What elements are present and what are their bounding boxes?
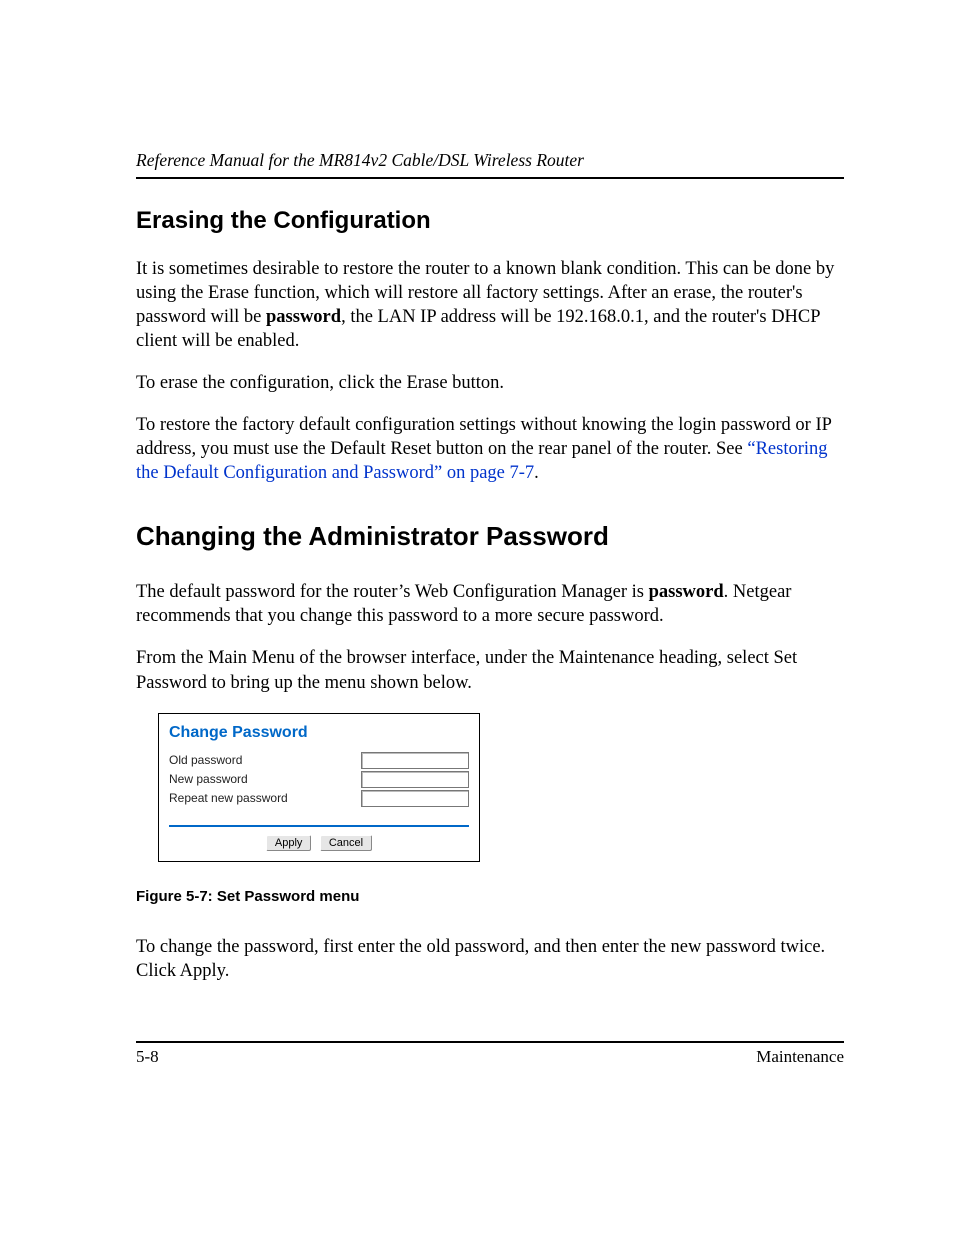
page-number: 5-8 [136,1047,159,1067]
new-password-input[interactable] [361,771,469,788]
body-paragraph: To change the password, first enter the … [136,935,844,983]
text: To restore the factory default configura… [136,415,831,459]
change-password-panel: Change Password Old password New passwor… [158,713,480,862]
cancel-button[interactable]: Cancel [320,835,372,851]
panel-separator [169,825,469,827]
label-new-password: New password [169,772,248,786]
panel-button-bar: Apply Cancel [159,833,479,861]
text: . [534,463,539,483]
body-paragraph: To restore the factory default configura… [136,413,844,485]
repeat-password-input[interactable] [361,790,469,807]
apply-button[interactable]: Apply [266,835,312,851]
body-paragraph: It is sometimes desirable to restore the… [136,257,844,353]
body-paragraph: From the Main Menu of the browser interf… [136,646,844,694]
row-new-password: New password [169,771,469,788]
heading-changing-admin-password: Changing the Administrator Password [136,521,844,552]
bold-text: password [266,307,341,327]
figure-caption: Figure 5-7: Set Password menu [136,888,844,905]
running-header: Reference Manual for the MR814v2 Cable/D… [136,150,844,179]
page-footer: 5-8 Maintenance [136,1041,844,1067]
panel-body: Old password New password Repeat new pas… [159,748,479,817]
bold-text: password [649,582,724,602]
body-paragraph: To erase the configuration, click the Er… [136,371,844,395]
row-repeat-password: Repeat new password [169,790,469,807]
footer-chapter: Maintenance [756,1047,844,1067]
label-repeat-password: Repeat new password [169,791,288,805]
text: The default password for the router’s We… [136,582,649,602]
body-paragraph: The default password for the router’s We… [136,580,844,628]
label-old-password: Old password [169,753,242,767]
heading-erasing-configuration: Erasing the Configuration [136,207,844,235]
old-password-input[interactable] [361,752,469,769]
row-old-password: Old password [169,752,469,769]
panel-title: Change Password [159,714,479,748]
page: Reference Manual for the MR814v2 Cable/D… [0,0,954,1235]
